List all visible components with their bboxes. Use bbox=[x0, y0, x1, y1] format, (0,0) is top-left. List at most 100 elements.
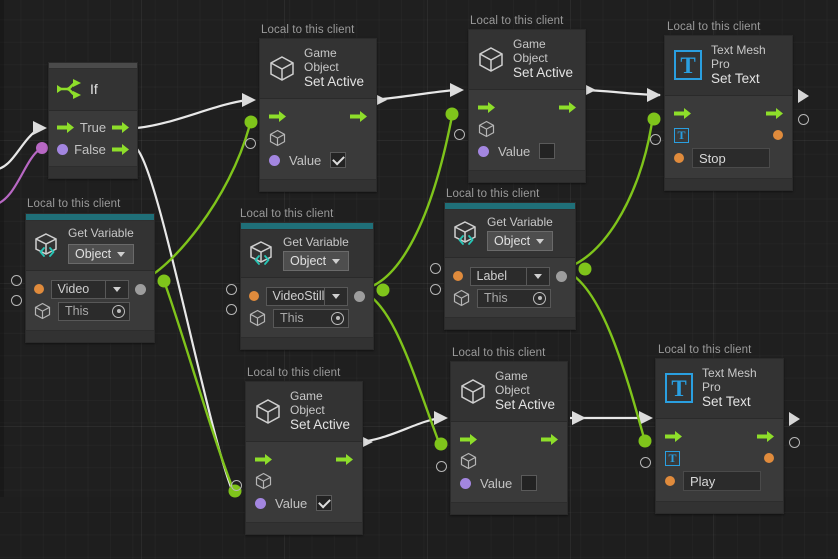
scope-dropdown[interactable]: Object bbox=[487, 231, 553, 252]
node-get-variable-videostill[interactable]: Get Variable Object VideoStill This bbox=[240, 222, 374, 351]
object-picker-icon[interactable] bbox=[331, 311, 344, 325]
string-out-port-icon[interactable] bbox=[773, 130, 783, 141]
port-row-false[interactable]: False bbox=[57, 138, 129, 160]
port-row-true[interactable]: True bbox=[57, 116, 129, 138]
port-row-flow[interactable] bbox=[269, 105, 367, 127]
port-row-flow[interactable] bbox=[665, 425, 774, 447]
value-checkbox[interactable] bbox=[330, 152, 347, 169]
variable-name-port-icon[interactable] bbox=[453, 271, 463, 282]
gameobject-target-icon[interactable] bbox=[255, 472, 272, 490]
port-row-flow[interactable] bbox=[478, 96, 576, 118]
port-target-in-setactive-4[interactable] bbox=[436, 461, 447, 472]
gameobject-source-icon[interactable] bbox=[249, 309, 266, 327]
node-get-variable-video[interactable]: Get Variable Object Video This bbox=[25, 213, 155, 344]
port-row-flow[interactable] bbox=[460, 428, 558, 450]
port-in-getvar-label-source[interactable] bbox=[430, 284, 441, 295]
port-flow-out-settext-1[interactable] bbox=[798, 89, 809, 103]
variable-name-dropdown[interactable]: Label bbox=[469, 266, 550, 286]
port-row-flow[interactable] bbox=[255, 448, 353, 470]
variable-name-dropdown[interactable]: Video bbox=[50, 279, 129, 299]
node-gameobject-setactive-1[interactable]: Game Object Set Active Value bbox=[259, 38, 377, 193]
bool-port-icon[interactable] bbox=[460, 477, 471, 489]
variable-name-port-icon[interactable] bbox=[34, 284, 44, 295]
node-get-variable-label[interactable]: Get Variable Object Label This bbox=[444, 202, 576, 331]
port-row-target[interactable] bbox=[269, 127, 367, 149]
flow-out-arrow-icon[interactable] bbox=[559, 101, 576, 114]
gameobject-target-icon[interactable] bbox=[460, 452, 477, 470]
flow-out-arrow-icon[interactable] bbox=[336, 453, 353, 466]
port-row-target[interactable] bbox=[460, 450, 558, 472]
port-row-variable[interactable]: Label bbox=[453, 265, 567, 287]
string-in-port-icon[interactable] bbox=[674, 153, 684, 164]
port-row-value[interactable]: Value bbox=[460, 472, 558, 494]
gameobject-target-icon[interactable] bbox=[269, 129, 286, 147]
flow-in-arrow-icon[interactable] bbox=[269, 110, 286, 123]
bool-port-icon[interactable] bbox=[269, 154, 280, 166]
flow-out-arrow-icon[interactable] bbox=[766, 107, 783, 120]
port-text-in-settext-1[interactable] bbox=[650, 134, 661, 145]
port-row-variable[interactable]: Video bbox=[34, 278, 146, 300]
port-row-source[interactable]: This bbox=[249, 307, 365, 329]
port-row-target[interactable] bbox=[478, 118, 576, 140]
port-in-getvar-video-name[interactable] bbox=[11, 275, 22, 286]
variable-dropdown-button[interactable] bbox=[104, 279, 129, 299]
source-object-field[interactable]: This bbox=[477, 288, 551, 308]
port-value-out-settext-1[interactable] bbox=[798, 114, 809, 125]
port-text-in-settext-2[interactable] bbox=[640, 457, 651, 468]
port-row-flow[interactable] bbox=[674, 102, 783, 124]
flow-in-arrow-icon[interactable] bbox=[478, 101, 495, 114]
flow-out-arrow-icon[interactable] bbox=[541, 433, 558, 446]
port-row-value[interactable]: Value bbox=[255, 492, 353, 514]
variable-name-dropdown[interactable]: VideoStill bbox=[265, 286, 348, 306]
flow-out-arrow-icon[interactable] bbox=[757, 430, 774, 443]
text-value-field[interactable]: Play bbox=[683, 471, 761, 492]
flow-out-arrow-icon[interactable] bbox=[350, 110, 367, 123]
gameobject-target-icon[interactable] bbox=[478, 120, 495, 138]
flow-out-arrow-true-icon[interactable] bbox=[112, 121, 129, 134]
flow-in-arrow-icon[interactable] bbox=[57, 121, 74, 134]
text-value-field[interactable]: Stop bbox=[692, 148, 770, 169]
port-row-target[interactable] bbox=[255, 470, 353, 492]
port-row-text[interactable]: Stop bbox=[674, 146, 783, 170]
string-out-port-icon[interactable] bbox=[764, 453, 774, 464]
node-textmeshpro-settext-1[interactable]: T Text Mesh Pro Set Text T Stop bbox=[664, 35, 793, 192]
value-checkbox[interactable] bbox=[539, 143, 556, 160]
flow-in-arrow-icon[interactable] bbox=[665, 430, 682, 443]
port-target-in-setactive-3[interactable] bbox=[231, 480, 242, 491]
port-in-getvar-label-name[interactable] bbox=[430, 263, 441, 274]
value-out-port-icon[interactable] bbox=[135, 283, 146, 295]
tmp-target-icon[interactable]: T bbox=[665, 450, 680, 466]
value-checkbox[interactable] bbox=[316, 495, 333, 512]
flow-in-arrow-icon[interactable] bbox=[255, 453, 272, 466]
gameobject-source-icon[interactable] bbox=[34, 302, 51, 320]
object-picker-icon[interactable] bbox=[533, 291, 546, 305]
port-row-value[interactable]: Value bbox=[478, 140, 576, 162]
port-row-text[interactable]: Play bbox=[665, 469, 774, 493]
port-row-variable[interactable]: VideoStill bbox=[249, 285, 365, 307]
flow-in-arrow-icon[interactable] bbox=[674, 107, 691, 120]
node-gameobject-setactive-3[interactable]: Game Object Set Active Value bbox=[245, 381, 363, 536]
gameobject-source-icon[interactable] bbox=[453, 289, 470, 307]
port-in-getvar-video-source[interactable] bbox=[11, 295, 22, 306]
port-row-source[interactable]: This bbox=[453, 287, 567, 309]
source-object-field[interactable]: This bbox=[273, 308, 349, 328]
flow-out-arrow-false-icon[interactable] bbox=[111, 143, 129, 156]
port-row-source[interactable]: This bbox=[34, 300, 146, 322]
scope-dropdown[interactable]: Object bbox=[68, 244, 134, 265]
source-object-field[interactable]: This bbox=[58, 301, 130, 321]
port-row-value[interactable]: Value bbox=[269, 149, 367, 171]
tmp-target-icon[interactable]: T bbox=[674, 127, 689, 143]
scope-dropdown[interactable]: Object bbox=[283, 251, 349, 272]
variable-dropdown-button[interactable] bbox=[525, 266, 550, 286]
port-target-in-setactive-2[interactable] bbox=[454, 129, 465, 140]
bool-input-port-icon[interactable] bbox=[57, 143, 68, 155]
flow-in-arrow-icon[interactable] bbox=[460, 433, 477, 446]
value-out-port-icon[interactable] bbox=[354, 290, 365, 302]
value-out-port-icon[interactable] bbox=[556, 270, 567, 282]
node-gameobject-setactive-2[interactable]: Game Object Set Active Value bbox=[468, 29, 586, 184]
port-flow-out-settext-2[interactable] bbox=[789, 412, 800, 426]
variable-name-port-icon[interactable] bbox=[249, 291, 259, 302]
node-gameobject-setactive-4[interactable]: Game Object Set Active Value bbox=[450, 361, 568, 516]
object-picker-icon[interactable] bbox=[112, 304, 125, 318]
variable-dropdown-button[interactable] bbox=[323, 286, 348, 306]
